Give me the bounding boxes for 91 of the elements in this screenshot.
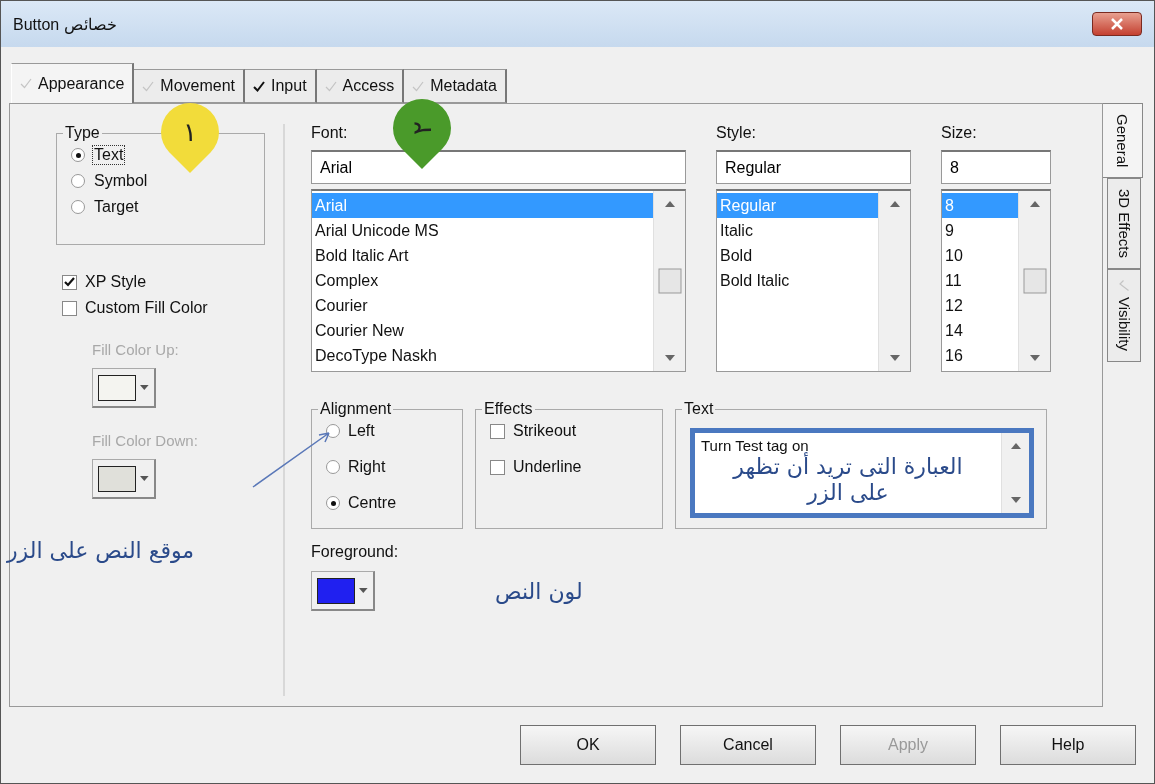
scroll-down-icon[interactable] [664, 355, 675, 361]
check-icon [1118, 279, 1130, 292]
input-field[interactable]: Arial [311, 150, 686, 184]
checkbox-label: Underline [513, 458, 582, 476]
list-item[interactable]: 16 [942, 343, 1018, 368]
radio-label: Left [348, 422, 375, 440]
check-icon [253, 80, 265, 92]
group-title: Text [683, 400, 715, 418]
checkbox-label: Custom Fill Color [85, 299, 208, 317]
check-icon [20, 78, 32, 89]
color-picker[interactable] [92, 459, 156, 499]
radio-button[interactable] [326, 424, 340, 438]
radio-button[interactable] [326, 496, 340, 510]
input-field[interactable]: Regular [716, 150, 911, 184]
checkbox[interactable] [62, 300, 77, 316]
scroll-up-icon[interactable] [1010, 443, 1021, 449]
side-tab[interactable]: Visibility [1107, 269, 1141, 363]
tab[interactable]: Input [245, 69, 317, 103]
tab[interactable]: Access [316, 69, 405, 103]
list-item[interactable]: Bold [717, 243, 878, 268]
dialog-button[interactable]: OK [520, 725, 656, 765]
field-label: Fill Color Down: [92, 432, 199, 449]
radio-label: Symbol [93, 172, 149, 190]
field-label: Foreground: [311, 543, 399, 562]
radio-label: Target [93, 198, 140, 216]
window-title: خصائص Button [13, 14, 117, 34]
dialog-button[interactable]: Help [1000, 725, 1136, 765]
scroll-up-icon[interactable] [889, 201, 900, 207]
list-box[interactable]: Arial Arial Unicode MS Bold Italic Art Complex Courier Courier New DecoType Naskh [311, 189, 686, 372]
radio-label: Text [93, 146, 125, 164]
field-label: Style: [716, 124, 756, 143]
checkbox-label: XP Style [85, 273, 147, 291]
annotation-text: لون النص [495, 578, 583, 604]
list-item[interactable]: Courier New [312, 318, 653, 343]
list-item[interactable]: DecoType Naskh [312, 343, 653, 368]
group-title: Type [64, 124, 101, 142]
side-tab[interactable]: General [1103, 103, 1143, 179]
dialog-button[interactable]: Cancel [680, 725, 816, 765]
list-item[interactable]: Bold Italic Art [312, 243, 653, 268]
checkbox[interactable] [490, 423, 505, 439]
radio-label: Right [348, 458, 386, 476]
close-button[interactable] [1092, 12, 1142, 36]
list-box[interactable]: Regular Italic Bold Bold Italic [716, 189, 911, 372]
group-title: Alignment [319, 400, 393, 418]
color-picker[interactable] [311, 571, 375, 611]
caret-icon [140, 476, 149, 481]
caret-icon [140, 385, 149, 390]
list-item[interactable]: 14 [942, 318, 1018, 343]
scroll-thumb-icon[interactable] [657, 268, 682, 294]
check-icon [64, 277, 75, 287]
radio-button[interactable] [326, 460, 340, 474]
tab[interactable]: Movement [134, 69, 245, 103]
close-icon [1111, 18, 1123, 30]
tab[interactable]: Metadata [404, 69, 507, 103]
checkbox[interactable] [62, 274, 77, 290]
annotation-text: موقع النص على الزر [7, 538, 195, 563]
caret-icon [359, 588, 368, 593]
scroll-up-icon[interactable] [664, 201, 675, 207]
check-icon [412, 80, 425, 92]
scroll-down-icon[interactable] [889, 355, 900, 361]
list-item[interactable]: Complex [312, 268, 653, 293]
radio-label: Centre [348, 494, 397, 512]
list-item[interactable]: 10 [942, 243, 1018, 268]
field-label: Font: [311, 124, 348, 143]
input-field[interactable]: 8 [941, 150, 1051, 184]
scroll-up-icon[interactable] [1029, 201, 1040, 207]
list-item[interactable]: Italic [717, 218, 878, 243]
radio-button[interactable] [71, 148, 85, 162]
annotation-text: العبارة التى تريد أن تظهر على الزر [731, 454, 964, 507]
list-item[interactable]: 12 [942, 293, 1018, 318]
radio-button[interactable] [71, 174, 85, 188]
tab[interactable]: Appearance [11, 63, 135, 103]
field-label: Size: [941, 124, 977, 143]
list-item[interactable]: Courier [312, 293, 653, 318]
list-item[interactable]: Arial Unicode MS [312, 218, 653, 243]
list-item[interactable]: 9 [942, 218, 1018, 243]
side-tab[interactable]: 3D Effects [1107, 178, 1141, 270]
scroll-down-icon[interactable] [1029, 355, 1040, 361]
checkbox-label: Strikeout [513, 422, 577, 440]
color-picker[interactable] [92, 368, 156, 408]
radio-button[interactable] [71, 200, 85, 214]
scroll-down-icon[interactable] [1010, 497, 1021, 503]
check-icon [324, 80, 337, 92]
check-icon [142, 80, 155, 92]
list-item[interactable]: Bold Italic [717, 268, 878, 293]
checkbox[interactable] [490, 459, 505, 475]
field-label: Fill Color Up: [92, 341, 180, 358]
scroll-thumb-icon[interactable] [1022, 268, 1047, 294]
list-box[interactable]: 8 9 10 11 12 14 16 [941, 189, 1051, 372]
list-item[interactable]: 11 [942, 268, 1018, 293]
group-title: Effects [483, 400, 534, 418]
